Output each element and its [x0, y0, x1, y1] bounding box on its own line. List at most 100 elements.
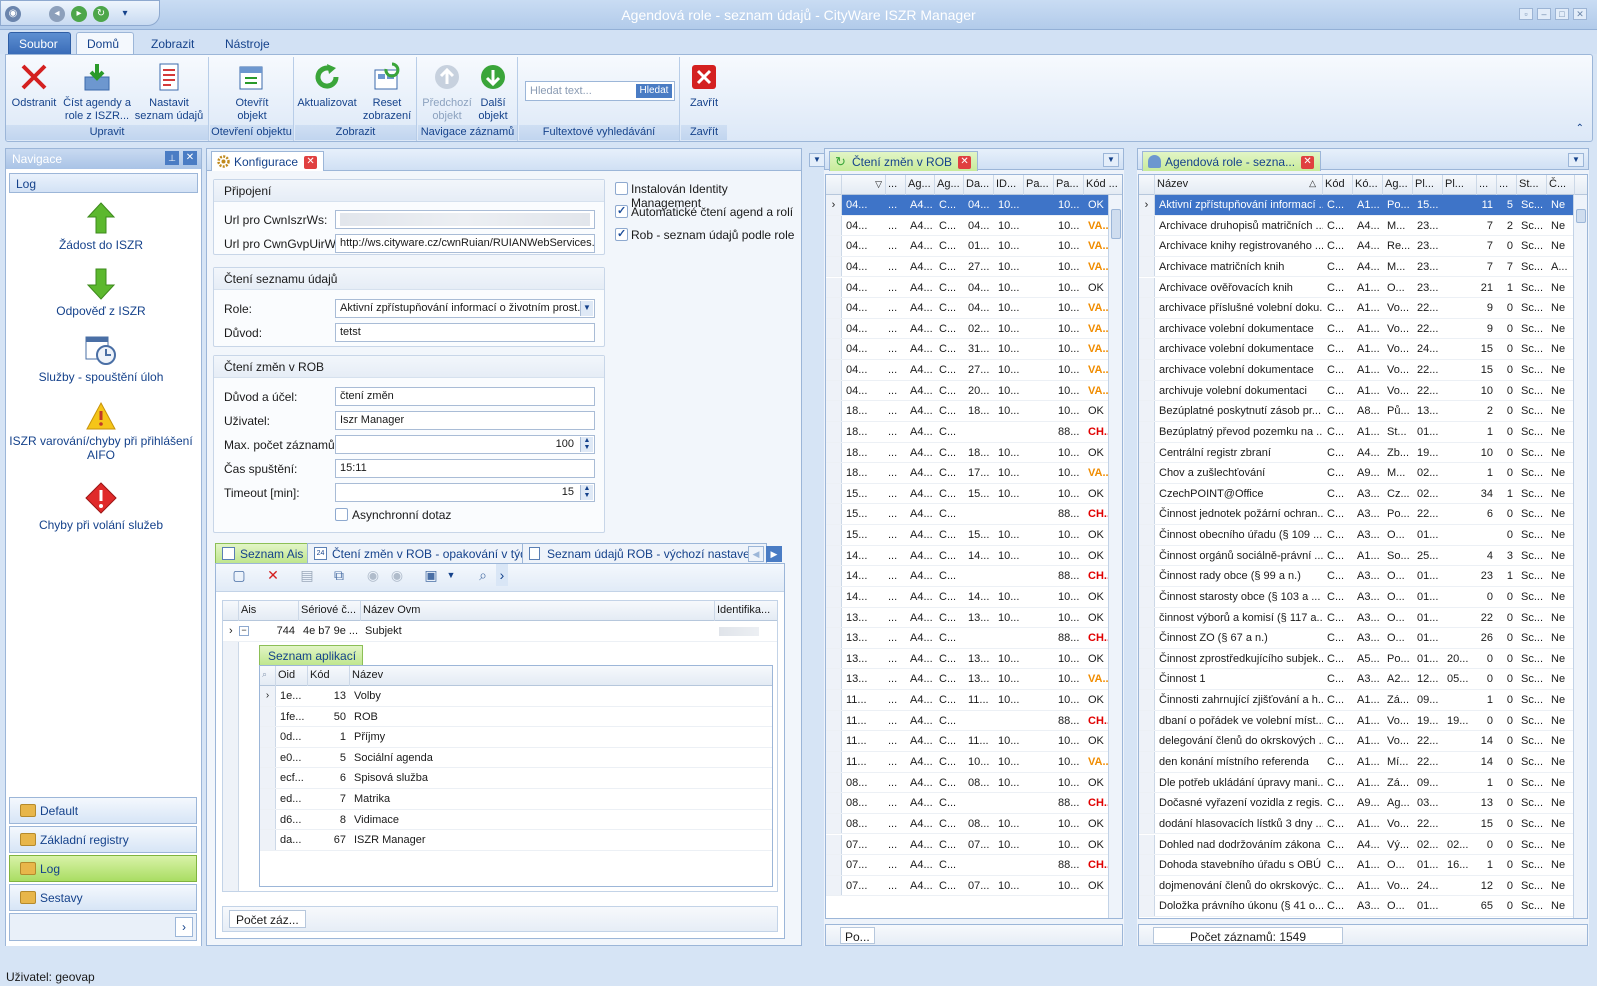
search-button[interactable]: Hledat: [636, 84, 672, 98]
col-rob-7[interactable]: Kód ...: [1084, 175, 1122, 195]
tab-soubor[interactable]: Soubor: [8, 32, 71, 54]
tab-seznam-aplikaci[interactable]: Seznam aplikací: [259, 645, 364, 665]
role-row[interactable]: Chov a zušlechťování C... A9... M... 02... 1 0…: [1139, 463, 1587, 484]
rob-row[interactable]: 18...... A4... C... 18... 10... 10... OK: [826, 401, 1122, 422]
col-nazev[interactable]: Název: [350, 666, 772, 686]
collapse-icon[interactable]: −: [239, 626, 249, 636]
rob-row[interactable]: › 04...... A4... C... 04... 10... 10... OK: [826, 195, 1122, 216]
col-rob-3[interactable]: Da...: [964, 175, 994, 195]
cist-agendy-button[interactable]: Číst agendy a role z ISZR...: [62, 61, 132, 123]
tab-zobrazit[interactable]: Zobrazit: [140, 32, 205, 54]
col-rob-5[interactable]: Pa...: [1024, 175, 1054, 195]
role-row[interactable]: archivace příslušné volební doku... C... A…: [1139, 298, 1587, 319]
rob-row[interactable]: 07...... A4... C... 88... CH...: [826, 855, 1122, 876]
save-icon[interactable]: ▣: [420, 564, 442, 586]
col-platnost-do[interactable]: Pl...: [1443, 175, 1477, 195]
rob-row[interactable]: 04...... A4... C... 04... 10... 10... VA...: [826, 298, 1122, 319]
rob-row[interactable]: 18...... A4... C... 88... CH...: [826, 421, 1122, 443]
role-row[interactable]: Činnost 1 C... A3... A2... 12... 05... 0 0 Sc...…: [1139, 669, 1587, 691]
col-rob-1[interactable]: Ag...: [906, 175, 935, 195]
chevron-right-icon[interactable]: ›: [175, 917, 193, 937]
rob-row[interactable]: 13...... A4... C... 13... 10... 10... OK: [826, 648, 1122, 670]
role-row[interactable]: Archivace druhopisů matričních ... C... A4…: [1139, 215, 1587, 237]
filter-icon[interactable]: ▽: [875, 179, 882, 190]
dalsi-objekt-button[interactable]: Další objekt: [470, 61, 516, 123]
auto-read-checkbox[interactable]: [615, 204, 628, 218]
close-icon[interactable]: ✕: [183, 151, 197, 165]
rob-seznam-checkbox[interactable]: [615, 227, 628, 241]
role-row[interactable]: › Aktivní zpřístupňování informací ... C..…: [1139, 195, 1587, 216]
collapse-ribbon-icon[interactable]: ⌃: [1576, 123, 1584, 134]
predchozi-objekt-button[interactable]: Předchozí objekt: [422, 61, 472, 123]
reset-zobrazeni-button[interactable]: Reset zobrazení: [359, 61, 415, 123]
rob-row[interactable]: 11...... A4... C... 11... 10... 10... OK: [826, 731, 1122, 752]
role-row[interactable]: archivace volební dokumentace C... A1... Vo…: [1139, 360, 1587, 381]
rob-row[interactable]: 04...... A4... C... 31... 10... 10... VA...: [826, 339, 1122, 360]
rob-row[interactable]: 11...... A4... C... 88... CH...: [826, 710, 1122, 732]
edit-icon[interactable]: ▤: [296, 564, 318, 586]
app-row[interactable]: ecf... 6 Spisová služba: [260, 768, 772, 789]
dropdown-icon[interactable]: ▼: [1568, 153, 1584, 167]
role-row[interactable]: den konání místního referenda C... A1... Mí…: [1139, 752, 1587, 773]
role-row[interactable]: archivuje volební dokumentaci C... A1... Vo…: [1139, 380, 1587, 402]
role-row[interactable]: Činnost jednotek požární ochran... C... A3…: [1139, 504, 1587, 526]
rob-row[interactable]: 08...... A4... C... 88... CH...: [826, 793, 1122, 814]
rob-row[interactable]: 14...... A4... C... 14... 10... 10... OK: [826, 545, 1122, 567]
role-row[interactable]: dodání hlasovacích lístků 3 dny ... C... A…: [1139, 813, 1587, 835]
role-row[interactable]: CzechPOINT@Office C... A3... Cz... 02... 34 1 S…: [1139, 483, 1587, 505]
nav-bar-zakladni-registry[interactable]: Základní registry: [9, 826, 197, 853]
role-row[interactable]: delegování členů do okrskových ... C... A1…: [1139, 731, 1587, 752]
rob-row[interactable]: 13...... A4... C... 13... 10... 10... VA...: [826, 669, 1122, 691]
close-window-button[interactable]: ✕: [1573, 8, 1587, 20]
col-nazev[interactable]: Název △: [1155, 175, 1323, 195]
col-agenda[interactable]: Ag...: [1383, 175, 1413, 195]
role-row[interactable]: Činnost ZO (§ 67 a n.) C... A3... O... 01...…: [1139, 628, 1587, 649]
close-tab-icon[interactable]: ✕: [304, 156, 318, 170]
role-row[interactable]: Činnosti zahrnující zjišťování a h... C..…: [1139, 690, 1587, 711]
role-row[interactable]: Bezúplatné poskytnutí zásob pr... C... A8.…: [1139, 401, 1587, 422]
app-row[interactable]: da... 67 ISZR Manager: [260, 830, 772, 851]
role-row[interactable]: dojmenování členů do okrskovýc... C... A1.…: [1139, 875, 1587, 897]
zavrit-button[interactable]: Zavřít: [683, 61, 725, 110]
role-row[interactable]: Archivace ověřovacích knih C... A1... O... 2…: [1139, 277, 1587, 299]
rob-row[interactable]: 11...... A4... C... 10... 10... 10... VA...: [826, 752, 1122, 773]
app-row[interactable]: d6... 8 Vidimace: [260, 809, 772, 831]
rob-row[interactable]: 04...... A4... C... 20... 10... 10... VA...: [826, 380, 1122, 402]
rob-row[interactable]: 15...... A4... C... 15... 10... 10... OK: [826, 483, 1122, 505]
sort-asc-icon[interactable]: △: [1309, 178, 1316, 189]
role-row[interactable]: Archivace knihy registrovaného ... C... A4…: [1139, 236, 1587, 257]
otevrit-objekt-button[interactable]: Otevřít objekt: [224, 61, 280, 123]
cas-spusteni-field[interactable]: 15:11: [335, 459, 595, 478]
rob-row[interactable]: 04...... A4... C... 04... 10... 10... VA...: [826, 215, 1122, 237]
rob-row[interactable]: 18...... A4... C... 18... 10... 10... OK: [826, 442, 1122, 464]
rob-row[interactable]: 11...... A4... C... 11... 10... 10... OK: [826, 690, 1122, 711]
role-row[interactable]: Archivace matričních knih C... A4... M... 23…: [1139, 256, 1587, 278]
move-up-icon[interactable]: ◉: [362, 564, 384, 586]
role-row[interactable]: Dohoda stavebního úřadu s OBÚ C... A1... O.…: [1139, 855, 1587, 876]
scroll-thumb[interactable]: [1111, 209, 1121, 239]
col-rob-4[interactable]: ID...: [994, 175, 1024, 195]
rob-row[interactable]: 14...... A4... C... 88... CH...: [826, 566, 1122, 587]
role-row[interactable]: Činnost obecního úřadu (§ 109 ... C... A3.…: [1139, 525, 1587, 546]
nav-item-zadost[interactable]: Žádost do ISZR: [6, 201, 196, 252]
role-row[interactable]: Doložka právního úkonu (§ 41 o... C... A3.…: [1139, 896, 1587, 917]
col-stav[interactable]: St...: [1517, 175, 1547, 195]
rob-row[interactable]: 18...... A4... C... 17... 10... 10... VA...: [826, 463, 1122, 484]
rob-row[interactable]: 04...... A4... C... 02... 10... 10... VA...: [826, 318, 1122, 340]
duvod-ucel-field[interactable]: čtení změn: [335, 387, 595, 406]
rob-row[interactable]: 04...... A4... C... 27... 10... 10... VA...: [826, 360, 1122, 381]
close-tab-icon[interactable]: ✕: [1301, 156, 1315, 170]
col-seriove[interactable]: Sériové č...: [299, 601, 361, 621]
rob-row[interactable]: 04...... A4... C... 01... 10... 10... VA...: [826, 236, 1122, 257]
role-row[interactable]: činnost výborů a komisí (§ 117 a... C... A…: [1139, 607, 1587, 629]
role-row[interactable]: Činnost rady obce (§ 99 a n.) C... A3... O.…: [1139, 566, 1587, 587]
col-kod[interactable]: Kód: [1323, 175, 1353, 195]
role-select[interactable]: Aktivní zpřístupňování informací o život…: [335, 299, 595, 318]
role-row[interactable]: Dočasné vyřazení vozidla z regis... C... A…: [1139, 793, 1587, 814]
nav-bar-sestavy[interactable]: Sestavy: [9, 884, 197, 911]
col-rob-2[interactable]: Ag...: [935, 175, 964, 195]
role-row[interactable]: dbaní o pořádek ve volební míst... C... A1…: [1139, 710, 1587, 732]
rob-row[interactable]: 07...... A4... C... 07... 10... 10... OK: [826, 875, 1122, 897]
tab-nastroje[interactable]: Nástroje: [214, 32, 281, 54]
rob-row[interactable]: 14...... A4... C... 14... 10... 10... OK: [826, 586, 1122, 608]
